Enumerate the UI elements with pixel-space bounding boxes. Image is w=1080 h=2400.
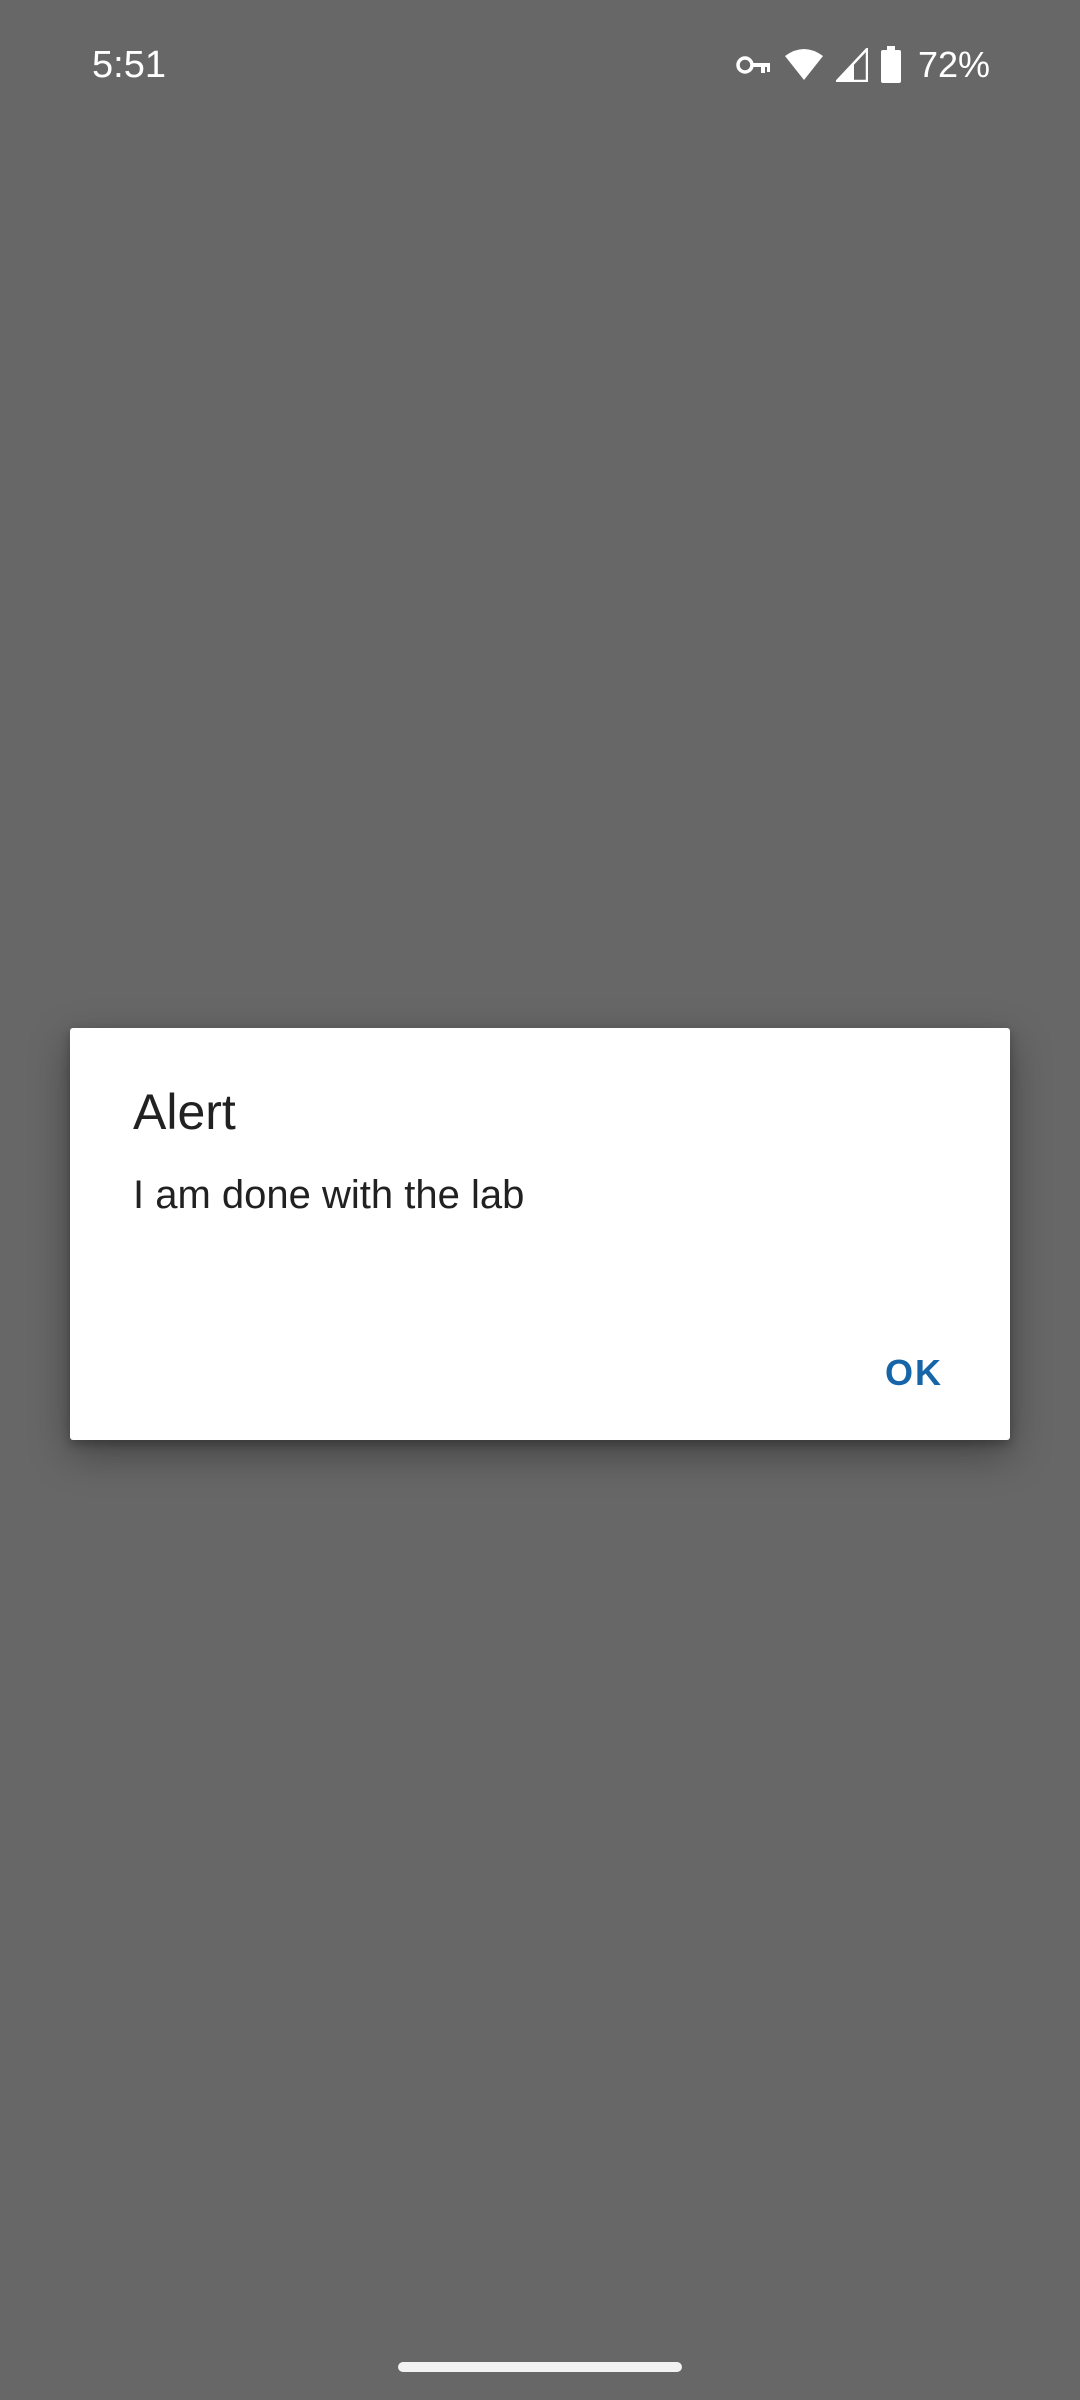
gesture-nav-handle[interactable] xyxy=(398,2362,682,2372)
status-time: 5:51 xyxy=(92,44,166,86)
ok-button[interactable]: OK xyxy=(874,1336,954,1410)
screen: 5:51 72% Alert I am done with the lab OK xyxy=(0,0,1080,2400)
wifi-icon xyxy=(784,48,824,82)
status-icons: 72% xyxy=(736,40,990,90)
dialog-message: I am done with the lab xyxy=(133,1173,525,1217)
dialog-title: Alert xyxy=(133,1084,236,1140)
cell-signal-icon xyxy=(835,48,868,82)
alert-dialog: Alert I am done with the lab OK xyxy=(70,1028,1010,1440)
vpn-key-icon xyxy=(736,53,772,77)
status-bar: 5:51 72% xyxy=(0,0,1080,130)
battery-icon xyxy=(880,46,902,84)
battery-percent: 72% xyxy=(917,44,990,85)
